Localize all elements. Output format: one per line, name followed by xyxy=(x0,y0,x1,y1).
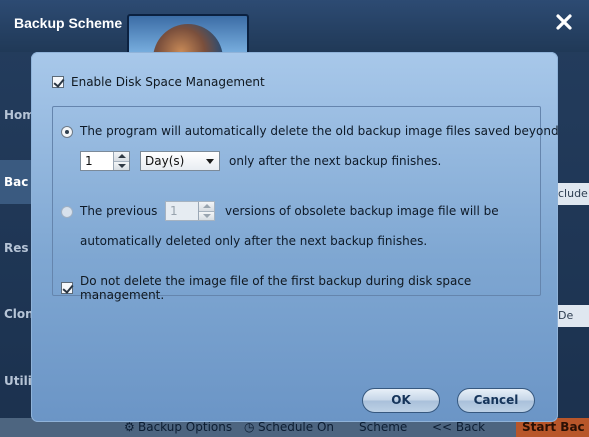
time-unit-select[interactable]: Day(s) xyxy=(140,151,220,171)
days-increment-button[interactable] xyxy=(114,152,129,161)
keep-versions-line2: automatically deleted only after the nex… xyxy=(80,234,428,248)
versions-count-stepper[interactable]: 1 xyxy=(165,201,215,221)
days-count-stepper[interactable]: 1 xyxy=(80,151,130,171)
sidebar-item-backup[interactable]: Bac xyxy=(0,160,34,204)
versions-decrement-button[interactable] xyxy=(199,210,214,220)
backup-scheme-dialog: Enable Disk Space Management The program… xyxy=(31,52,559,422)
delete-by-days-label: The program will automatically delete th… xyxy=(80,124,559,138)
keep-versions-prefix: The previous xyxy=(80,204,158,218)
window-header: Backup Scheme xyxy=(0,0,589,56)
time-unit-value: Day(s) xyxy=(145,154,185,168)
enable-disk-space-checkbox[interactable] xyxy=(52,76,64,88)
enable-disk-space-row[interactable]: Enable Disk Space Management xyxy=(52,75,265,89)
right-panel-button[interactable]: De xyxy=(556,305,589,327)
sidebar-item-clone[interactable]: Clon xyxy=(0,292,34,336)
clock-icon: ◷ xyxy=(244,420,255,434)
backup-options-button[interactable]: Backup Options xyxy=(138,420,232,434)
days-decrement-button[interactable] xyxy=(114,160,129,170)
days-count-value[interactable]: 1 xyxy=(81,152,113,170)
sidebar-item-restore[interactable]: Res xyxy=(0,226,34,270)
sidebar-item-utilities[interactable]: Utili xyxy=(0,359,34,403)
chevron-down-icon xyxy=(206,159,214,164)
gear-icon: ⚙ xyxy=(124,420,135,434)
keep-versions-radio[interactable] xyxy=(61,206,73,218)
keep-first-backup-label: Do not delete the image file of the firs… xyxy=(80,274,472,302)
right-panel-label: clude xyxy=(556,183,589,205)
enable-disk-space-label: Enable Disk Space Management xyxy=(71,75,265,89)
app-logo xyxy=(127,14,249,56)
scheme-button[interactable]: Scheme xyxy=(359,420,407,434)
close-icon[interactable] xyxy=(555,13,573,31)
keep-first-backup-checkbox[interactable] xyxy=(61,282,73,294)
delete-by-days-radio[interactable] xyxy=(61,126,73,138)
schedule-button[interactable]: Schedule On xyxy=(258,420,334,434)
keep-first-backup-row[interactable]: Do not delete the image file of the firs… xyxy=(61,274,558,302)
days-suffix-label: only after the next backup finishes. xyxy=(229,154,442,168)
window-title: Backup Scheme xyxy=(14,15,123,31)
cancel-button[interactable]: Cancel xyxy=(457,388,535,413)
ok-button[interactable]: OK xyxy=(362,388,440,413)
back-button[interactable]: << Back xyxy=(432,420,485,434)
keep-versions-suffix: versions of obsolete backup image file w… xyxy=(225,204,499,218)
versions-count-value[interactable]: 1 xyxy=(166,202,198,220)
sidebar-item-home[interactable]: Hom xyxy=(0,93,34,137)
versions-increment-button[interactable] xyxy=(199,202,214,211)
